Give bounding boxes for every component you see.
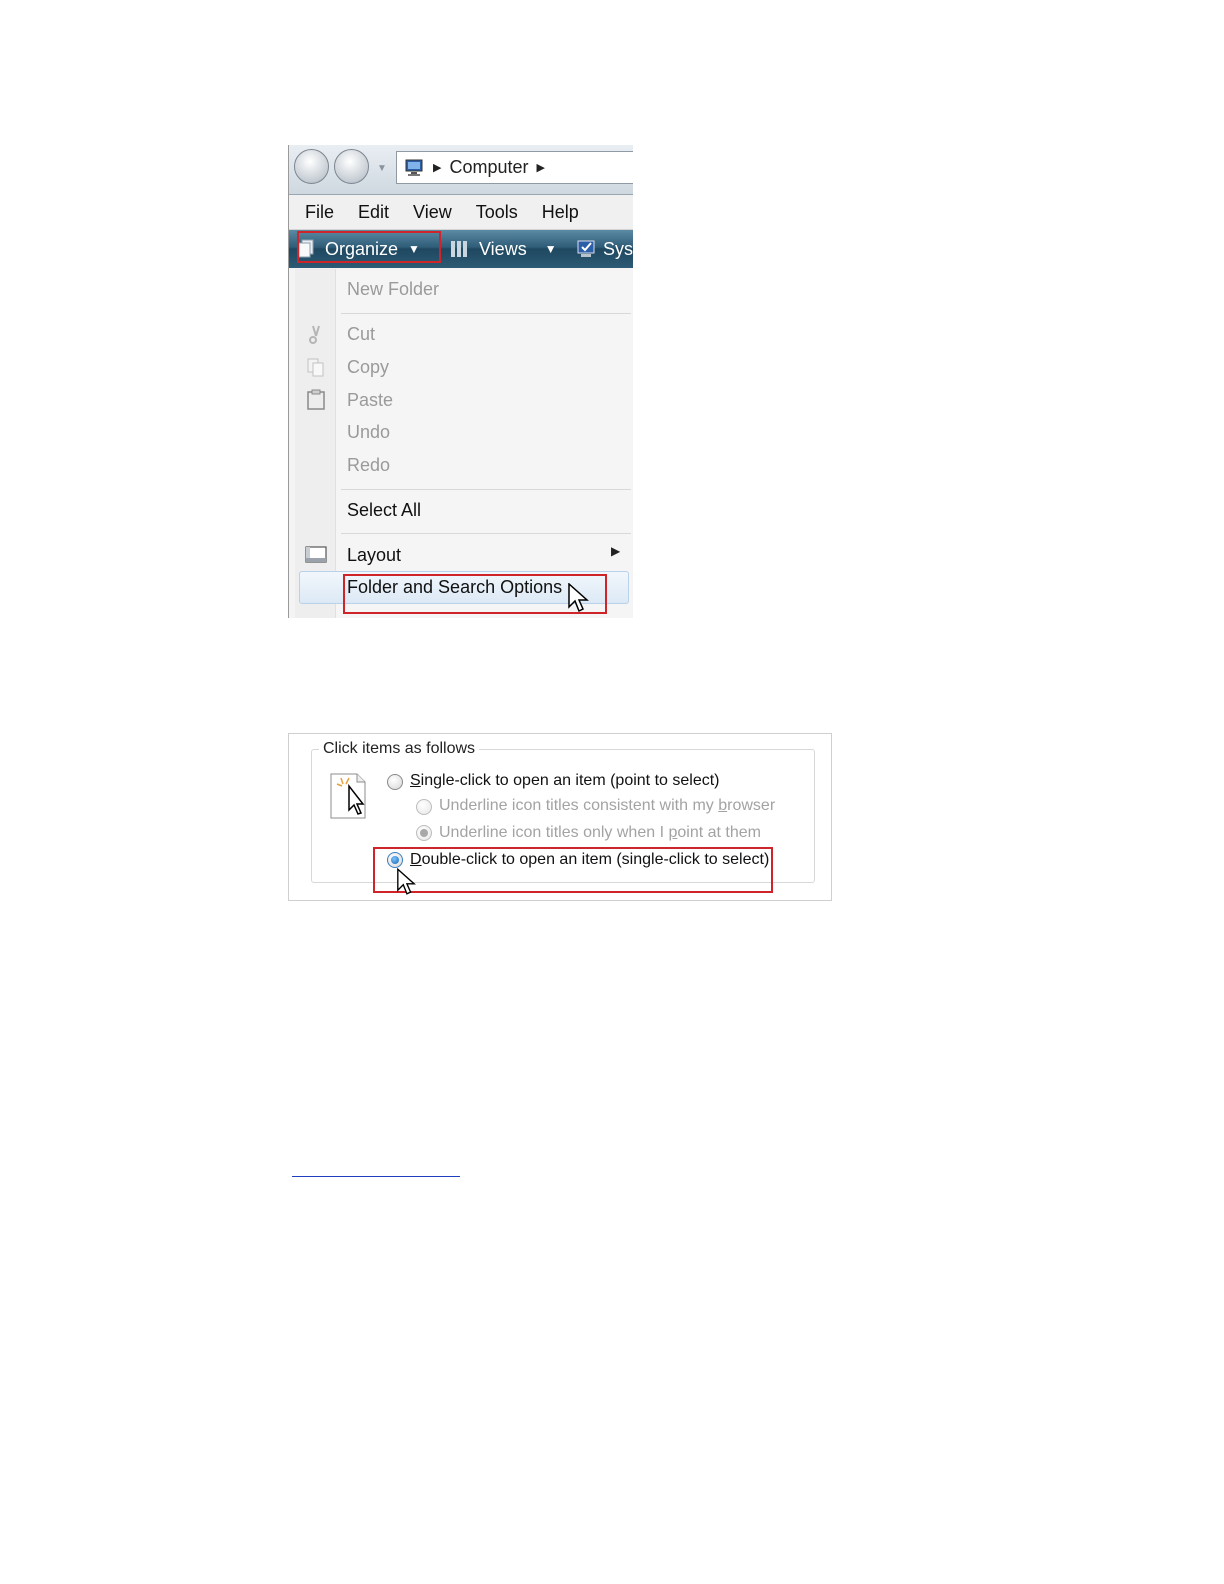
menu-item-layout[interactable]: Layout (347, 545, 401, 566)
single-click-label[interactable]: Single-click to open an item (point to s… (410, 772, 719, 790)
underline-point-radio[interactable] (416, 825, 432, 841)
breadcrumb-chevron-icon[interactable]: ▶ (433, 161, 441, 174)
label-text: Underline icon titles only when I (439, 824, 669, 841)
copy-icon (307, 358, 324, 377)
organize-highlight-box (297, 231, 441, 263)
organize-menu: New Folder Cut Copy Paste Undo Redo Sele… (295, 269, 633, 618)
access-key: b (718, 797, 728, 814)
dropdown-caret-icon: ▼ (544, 242, 557, 256)
mouse-pointer-icon (397, 868, 416, 895)
access-key: S (410, 772, 421, 789)
menu-item-cut[interactable]: Cut (347, 324, 375, 345)
menu-item-paste[interactable]: Paste (347, 390, 393, 411)
system-properties-icon (577, 240, 595, 257)
address-bar[interactable]: ▶ Computer ▶ (396, 151, 633, 184)
label-text: oint at them (677, 824, 761, 841)
explorer-window: ▼ ▶ Computer ▶ File Edit View Tools Help… (288, 145, 633, 618)
menu-separator (341, 533, 631, 534)
underline-point-label[interactable]: Underline icon titles only when I point … (439, 824, 761, 842)
double-click-highlight-box (373, 847, 773, 893)
menu-bar: File Edit View Tools Help (289, 195, 633, 230)
menu-item-redo[interactable]: Redo (347, 455, 390, 476)
label-text: rowser (727, 797, 776, 814)
views-button[interactable]: Views ▼ (449, 230, 557, 268)
underline-consistent-radio[interactable] (416, 799, 432, 815)
recent-pages-dropdown-icon[interactable]: ▼ (377, 163, 387, 174)
navigation-bar: ▼ ▶ Computer ▶ (289, 145, 633, 195)
menu-help[interactable]: Help (542, 202, 579, 223)
label-text: Underline icon titles consistent with my (439, 797, 719, 814)
mouse-pointer-icon (568, 583, 589, 613)
scissors-icon (309, 325, 320, 344)
menu-edit[interactable]: Edit (358, 202, 389, 223)
system-properties-button[interactable]: Sys (575, 230, 633, 268)
menu-item-new-folder[interactable]: New Folder (347, 279, 439, 300)
menu-file[interactable]: File (305, 202, 334, 223)
forward-button[interactable] (334, 149, 369, 184)
clipboard-icon (307, 389, 325, 410)
menu-tools[interactable]: Tools (476, 202, 518, 223)
menu-item-undo[interactable]: Undo (347, 422, 390, 443)
menu-item-select-all[interactable]: Select All (347, 500, 421, 521)
back-button[interactable] (294, 149, 329, 184)
menu-view[interactable]: View (413, 202, 452, 223)
breadcrumb-computer[interactable]: Computer (449, 157, 528, 178)
group-title: Click items as follows (319, 740, 480, 758)
layout-icon (305, 546, 327, 563)
underline-consistent-label[interactable]: Underline icon titles consistent with my… (439, 797, 775, 815)
views-label: Views (479, 238, 527, 259)
breadcrumb-chevron-icon[interactable]: ▶ (537, 161, 545, 174)
views-icon (451, 241, 467, 257)
folder-options-dialog: Click items as follows Single-click to o… (288, 733, 832, 901)
footnote-rule (292, 1176, 460, 1177)
menu-item-copy[interactable]: Copy (347, 357, 389, 378)
submenu-arrow-icon: ▶ (611, 544, 621, 558)
menu-separator (341, 313, 631, 314)
system-properties-label: Sys (603, 238, 633, 259)
click-behavior-icon (330, 773, 366, 819)
menu-separator (341, 489, 631, 490)
computer-icon (405, 159, 423, 176)
label-text: ingle-click to open an item (point to se… (420, 772, 720, 789)
single-click-radio[interactable] (387, 774, 403, 790)
